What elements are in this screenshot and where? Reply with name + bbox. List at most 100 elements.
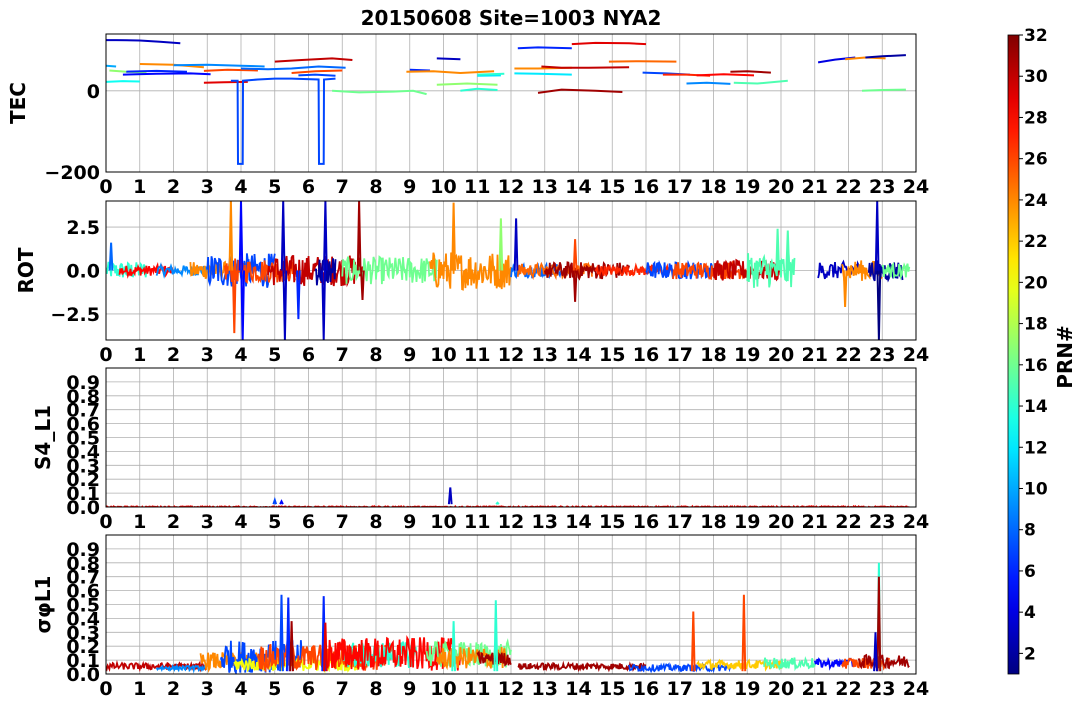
- x-tick-label: 12: [498, 176, 524, 198]
- tec-series-prn-14: [477, 72, 505, 76]
- x-tick-label: 9: [403, 678, 416, 700]
- tec-series-prn-3: [106, 39, 181, 45]
- s4-panel: 0 1 2 3 4 5 6 7 8 9 10 11 12 13 14 15 16 17 18 19 20 21 22 23 24…: [31, 367, 929, 533]
- sigphi-spike-prn-26: [690, 611, 696, 672]
- rot-spike-prn-3: [513, 218, 519, 271]
- tec-series-prn-3: [436, 57, 461, 61]
- x-tick-label: 14: [565, 176, 591, 198]
- x-tick-label: 24: [903, 678, 929, 700]
- colorbar-tick-label: 6: [1024, 562, 1036, 582]
- x-tick-label: 19: [734, 678, 760, 700]
- x-tick-label: 6: [302, 511, 315, 533]
- x-tick-label: 16: [633, 344, 659, 366]
- x-tick-label: 8: [369, 511, 382, 533]
- y-tick-label: 0.9: [66, 372, 100, 394]
- x-tick-label: 18: [700, 511, 726, 533]
- x-tick-label: 23: [869, 511, 895, 533]
- x-tick-label: 23: [869, 678, 895, 700]
- x-tick-label: 6: [302, 344, 315, 366]
- x-tick-label: 5: [268, 678, 281, 700]
- tec-series-prn-29: [203, 80, 248, 84]
- tec-series-prn-28: [696, 73, 755, 77]
- x-tick-label: 3: [201, 344, 214, 366]
- x-tick-label: 19: [734, 176, 760, 198]
- x-tick-label: 16: [633, 511, 659, 533]
- x-tick-label: 20: [768, 678, 794, 700]
- colorbar-label: PRN#: [1053, 325, 1077, 389]
- tec-series-prn-16: [861, 88, 906, 92]
- tec-series-prn-26: [203, 68, 258, 72]
- x-tick-label: 7: [336, 511, 349, 533]
- x-tick-label: 21: [802, 511, 828, 533]
- x-tick-label: 24: [903, 344, 929, 366]
- tec-series-prn-12: [514, 72, 572, 76]
- colorbar-tick-label: 14: [1024, 397, 1048, 417]
- x-tick-label: 19: [734, 344, 760, 366]
- colorbar-gradient: [1007, 34, 1020, 675]
- rot-spike-prn-3: [280, 201, 286, 271]
- x-tick-label: 0: [99, 511, 112, 533]
- x-tick-label: 21: [802, 176, 828, 198]
- colorbar-tick-label: 20: [1024, 273, 1048, 293]
- x-tick-label: 22: [835, 344, 861, 366]
- x-tick-label: 22: [835, 176, 861, 198]
- tec-series-prn-17: [436, 82, 498, 86]
- x-tick-label: 4: [234, 344, 247, 366]
- colorbar-tick-label: 12: [1024, 438, 1048, 458]
- tec-series-prn-24: [406, 70, 495, 75]
- x-tick-label: 16: [633, 176, 659, 198]
- x-tick-label: 14: [565, 344, 591, 366]
- x-tick-label: 17: [667, 678, 693, 700]
- sigphi-series-group: [106, 562, 910, 674]
- x-tick-label: 12: [498, 511, 524, 533]
- x-tick-label: 1: [133, 176, 146, 198]
- y-tick-label: 2.5: [66, 217, 100, 239]
- colorbar-tick-label: 8: [1024, 521, 1036, 541]
- x-tick-label: 21: [802, 344, 828, 366]
- x-tick-label: 23: [869, 344, 895, 366]
- rot-series-group: [106, 201, 911, 340]
- tec-y-axis-label: TEC: [6, 82, 30, 124]
- x-tick-label: 8: [369, 344, 382, 366]
- colorbar-tick-label: 18: [1024, 315, 1048, 335]
- rot-y-axis-label: ROT: [14, 247, 38, 293]
- x-tick-label: 17: [667, 344, 693, 366]
- x-tick-label: 7: [336, 344, 349, 366]
- sigphi-y-axis-label: σφL1: [31, 576, 55, 634]
- x-tick-label: 11: [464, 344, 490, 366]
- sigphi-panel: 0 1 2 3 4 5 6 7 8 9 10 11 12 13 14 15 16 17 18 19 20 21 22 23 24…: [31, 534, 929, 700]
- x-tick-label: 24: [903, 176, 929, 198]
- x-tick-label: 21: [802, 678, 828, 700]
- x-tick-label: 10: [430, 176, 456, 198]
- tec-series-prn-30: [541, 65, 630, 69]
- x-tick-label: 2: [167, 176, 180, 198]
- x-tick-label: 17: [667, 176, 693, 198]
- tec-series-prn-10: [106, 64, 117, 68]
- x-tick-label: 7: [336, 176, 349, 198]
- x-tick-label: 5: [268, 511, 281, 533]
- tec-series-prn-30: [274, 57, 353, 63]
- rot-spike-prn-26: [572, 239, 578, 271]
- x-tick-label: 20: [768, 176, 794, 198]
- x-tick-label: 12: [498, 678, 524, 700]
- rot-spike-prn-3: [282, 270, 288, 340]
- x-tick-label: 14: [565, 678, 591, 700]
- colorbar-tick-label: 32: [1024, 26, 1048, 46]
- tec-series-prn-26: [291, 69, 343, 74]
- x-tick-label: 16: [633, 678, 659, 700]
- x-tick-label: 0: [99, 344, 112, 366]
- tec-series-prn-6: [409, 68, 431, 72]
- x-tick-label: 3: [201, 176, 214, 198]
- x-tick-label: 18: [700, 678, 726, 700]
- rot-panel: 0 1 2 3 4 5 6 7 8 9 10 11 12 13 14 15 16 17 18 19 20 21 22 23 24…: [14, 200, 929, 366]
- x-tick-label: 13: [532, 176, 558, 198]
- x-tick-label: 9: [403, 176, 416, 198]
- colorbar-tick-label: 4: [1024, 603, 1036, 623]
- s4-y-axis-label: S4_L1: [31, 405, 55, 470]
- rot-trace-prn-16: [341, 255, 438, 285]
- s4-spike-prn-14: [495, 501, 500, 505]
- colorbar-tick-label: 22: [1024, 232, 1048, 252]
- x-tick-label: 23: [869, 176, 895, 198]
- tec-series-prn-31: [537, 88, 623, 94]
- x-tick-label: 15: [599, 176, 625, 198]
